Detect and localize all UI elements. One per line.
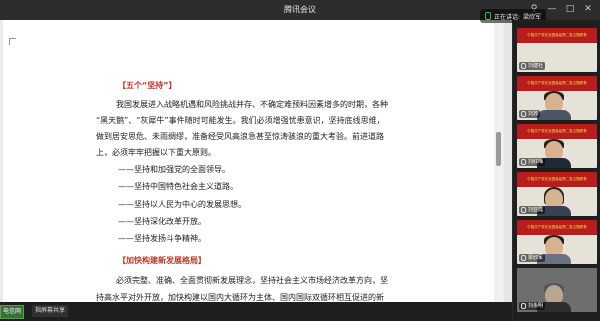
slide-text: 中国共产党在全国各级第二批主题教育 bbox=[527, 225, 587, 229]
background-slide: 中国共产党在全国各级第二批主题教育 bbox=[517, 76, 597, 91]
participant-tile[interactable]: 刘永明 bbox=[517, 268, 597, 312]
screen-share-label[interactable]: 指屏幕共享 bbox=[32, 305, 69, 317]
page-corner-mark bbox=[9, 38, 16, 45]
slide-text: 中国共产党在全国各级第二批主题教育 bbox=[527, 129, 587, 133]
mic-icon bbox=[521, 207, 526, 213]
network-status-badge: 电信网 bbox=[0, 305, 25, 319]
participant-name-tag: 刘苏 bbox=[519, 110, 541, 118]
participant-name: 刘亚霞 bbox=[528, 207, 544, 213]
document-scrollbar[interactable] bbox=[494, 20, 503, 302]
participant-name-tag: 刘永明 bbox=[519, 302, 546, 310]
microphone-icon bbox=[485, 12, 491, 20]
background-slide: 中国共产党在全国各级第二批主题教育 bbox=[517, 220, 597, 235]
doc-line: 我国发展进入战略机遇和风险挑战并存、不确定难预料因素增多的时期，各种 bbox=[116, 100, 388, 109]
mic-icon bbox=[521, 63, 526, 69]
doc-heading-new-pattern: 【加快构建新发展格局】 bbox=[118, 256, 206, 265]
share-scrollbar[interactable] bbox=[504, 20, 512, 302]
participant-name: 刘红梅 bbox=[528, 159, 544, 165]
doc-line: ——坚持发扬斗争精神。 bbox=[118, 234, 206, 243]
participant-tile[interactable]: 中国共产党在全国各级第二批主题教育 刘红梅 bbox=[517, 124, 597, 168]
participant-name: 刘建社 bbox=[528, 63, 544, 69]
participant-name: 梁欣军 bbox=[528, 255, 544, 261]
doc-line: 持高水平对外开放，加快构建以国内大循环为主体、国内国际双循环相互促进的新 bbox=[96, 293, 384, 302]
document-scrollbar-thumb[interactable] bbox=[496, 132, 501, 166]
doc-line: ——坚持深化改革开放。 bbox=[118, 217, 206, 226]
participant-name-tag: 刘亚霞 bbox=[519, 206, 546, 214]
bottom-toolbar: 电信网 指屏幕共享 bbox=[0, 302, 512, 321]
background-slide: 中国共产党在全国各级第二批主题教育 bbox=[517, 124, 597, 139]
person-body bbox=[537, 110, 571, 120]
participant-name: 刘苏 bbox=[528, 111, 539, 117]
slide-text: 中国共产党在全国各级第二批主题教育 bbox=[527, 81, 587, 85]
participant-tile[interactable]: 中国共产党在全国各级第二批主题教育 梁欣军 bbox=[517, 220, 597, 264]
participant-name-tag: 刘红梅 bbox=[519, 158, 546, 166]
shared-screen: 【五个“坚持”】 我国发展进入战略机遇和风险挑战并存、不确定难预料因素增多的时期… bbox=[0, 20, 512, 302]
mic-icon bbox=[521, 159, 526, 165]
document-page: 【五个“坚持”】 我国发展进入战略机遇和风险挑战并存、不确定难预料因素增多的时期… bbox=[3, 20, 503, 302]
participant-name-tag: 刘建社 bbox=[519, 62, 546, 70]
doc-line: ——坚持以人民为中心的发展思想。 bbox=[118, 200, 246, 209]
minimize-icon[interactable]: — bbox=[544, 1, 560, 17]
mic-icon bbox=[521, 255, 526, 261]
doc-line: 做到居安思危、未雨绸缪，准备经受风高浪急甚至惊涛骇浪的重大考验。前进道路 bbox=[96, 132, 384, 141]
background-slide: 中国共产党在全国各级第二批主题教育 bbox=[517, 172, 597, 187]
participant-name-tag: 梁欣军 bbox=[519, 254, 546, 262]
participant-tile[interactable]: 中国共产党在全国各级第二批主题教育 刘建社 bbox=[517, 28, 597, 72]
slide-text: 中国共产党在全国各级第二批主题教育 bbox=[527, 177, 587, 181]
mic-icon bbox=[521, 111, 526, 117]
participant-strip: 中国共产党在全国各级第二批主题教育 刘建社 中国共产党在全国各级第二批主题教育 … bbox=[513, 20, 600, 321]
doc-heading-five-persist: 【五个“坚持”】 bbox=[118, 81, 177, 90]
slide-text: 中国共产党在全国各级第二批主题教育 bbox=[527, 33, 587, 37]
participant-tile[interactable]: 中国共产党在全国各级第二批主题教育 刘亚霞 bbox=[517, 172, 597, 216]
doc-line: ——坚持和加强党的全面领导。 bbox=[118, 165, 230, 174]
doc-line: 上，必须牢牢把握以下重大原则。 bbox=[96, 148, 216, 157]
participant-tile[interactable]: 中国共产党在全国各级第二批主题教育 刘苏 bbox=[517, 76, 597, 120]
doc-line: “黑天鹅”、“灰犀牛”事件随时可能发生。我们必须增强忧患意识，坚持底线思维， bbox=[96, 116, 385, 125]
background-slide: 中国共产党在全国各级第二批主题教育 bbox=[517, 28, 597, 43]
doc-line: ——坚持中国特色社会主义道路。 bbox=[118, 182, 238, 191]
participant-name: 刘永明 bbox=[528, 303, 544, 309]
close-icon[interactable]: ✕ bbox=[580, 1, 596, 17]
doc-line: 必须完整、准确、全面贯彻新发展理念，坚持社会主义市场经济改革方向，坚 bbox=[116, 276, 388, 285]
maximize-icon[interactable]: □ bbox=[562, 1, 578, 17]
mic-icon bbox=[521, 303, 526, 309]
